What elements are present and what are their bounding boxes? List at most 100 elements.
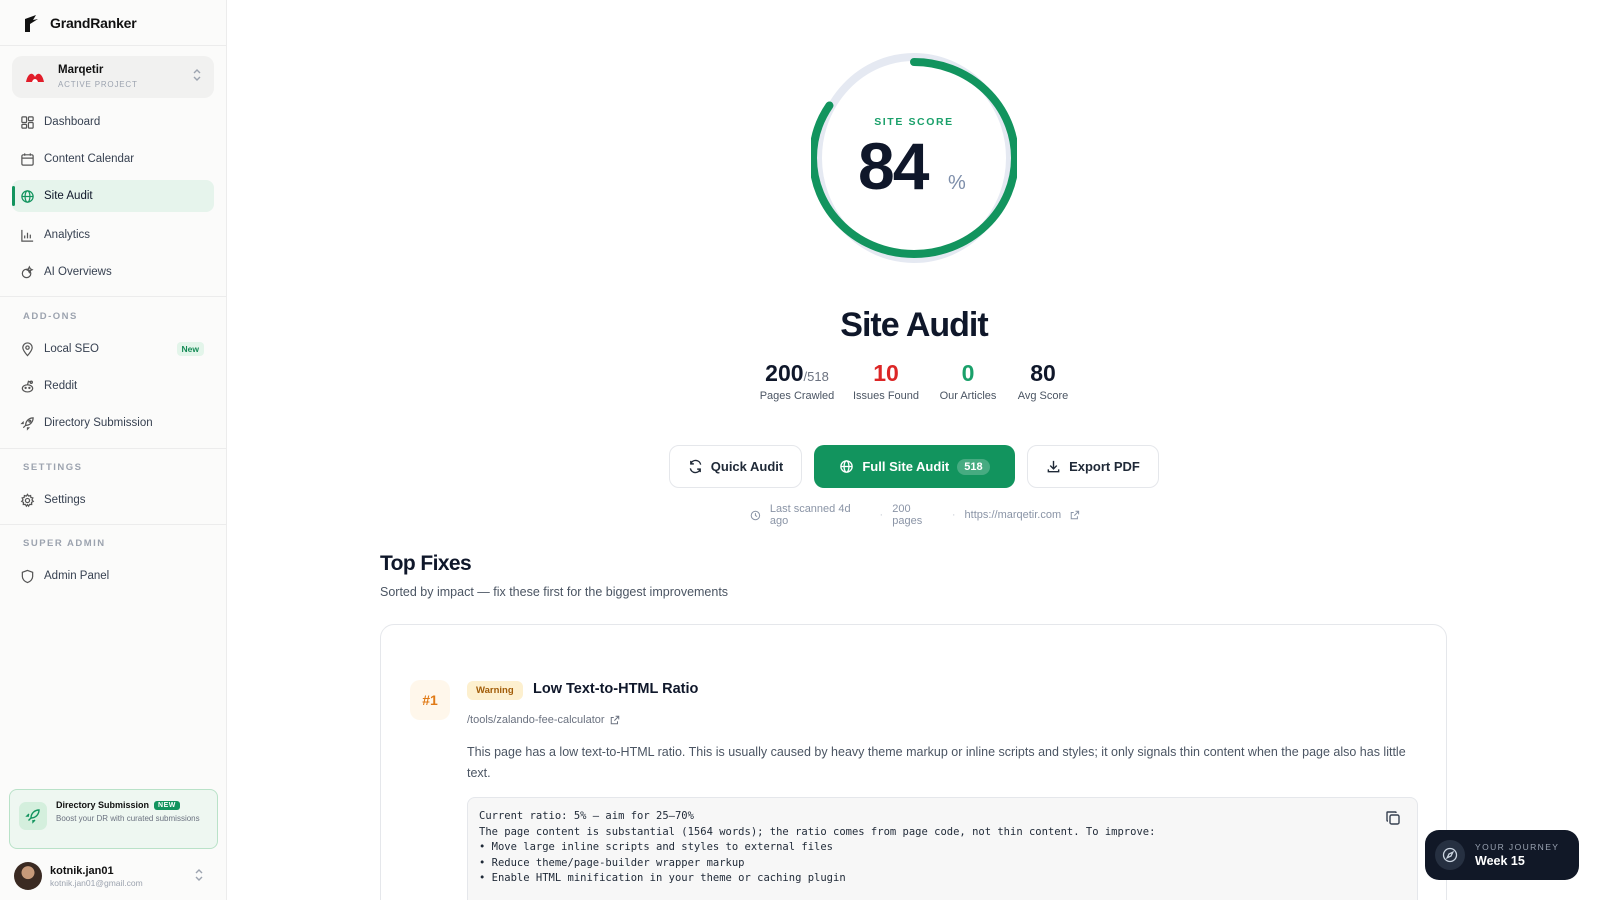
sidebar-item-dashboard[interactable]: Dashboard bbox=[12, 106, 214, 138]
fix-title: Low Text-to-HTML Ratio bbox=[533, 681, 699, 697]
last-scanned: Last scanned 4d ago bbox=[769, 503, 851, 527]
user-menu[interactable]: kotnik.jan01 kotnik.jan01@gmail.com bbox=[14, 860, 214, 892]
refresh-icon bbox=[689, 459, 702, 474]
scan-meta: Last scanned 4d ago · 200 pages · https:… bbox=[750, 503, 1080, 527]
stat-label: Avg Score bbox=[1017, 390, 1069, 402]
brand[interactable]: GrandRanker bbox=[0, 0, 226, 46]
sidebar-item-label: Content Calendar bbox=[44, 153, 135, 165]
sidebar-item-label: Dashboard bbox=[44, 116, 101, 128]
brand-name: GrandRanker bbox=[50, 14, 137, 31]
journey-label: YOUR JOURNEY bbox=[1475, 842, 1560, 852]
code-line: The page content is substantial (1564 wo… bbox=[479, 825, 1156, 838]
journey-week: Week 15 bbox=[1475, 854, 1525, 868]
layout-grid-icon bbox=[21, 115, 34, 129]
rocket-icon bbox=[19, 802, 47, 830]
stat-value: 200/518 bbox=[757, 360, 837, 387]
sidebar-item-analytics[interactable]: Analytics bbox=[12, 219, 214, 251]
page-title: Site Audit bbox=[840, 306, 988, 344]
separator-dot: · bbox=[951, 509, 956, 521]
fix-description: This page has a low text-to-HTML ratio. … bbox=[467, 745, 1406, 781]
stat-value: 0 bbox=[961, 360, 975, 386]
stat-suffix: /518 bbox=[803, 369, 829, 384]
stat-label: Issues Found bbox=[852, 390, 920, 402]
project-switcher[interactable]: Marqetir ACTIVE PROJECT bbox=[12, 56, 214, 98]
full-site-audit-button[interactable]: Full Site Audit 518 bbox=[814, 445, 1015, 488]
copy-icon[interactable] bbox=[1385, 810, 1401, 826]
external-link-icon[interactable] bbox=[610, 715, 620, 725]
fix-code-block: Current ratio: 5% — aim for 25–70% The pa… bbox=[467, 797, 1418, 900]
fix-url-link[interactable]: /tools/zalando-fee-calculator bbox=[467, 714, 620, 726]
shield-icon bbox=[21, 569, 34, 583]
project-status: ACTIVE PROJECT bbox=[58, 80, 138, 90]
promo-description: Boost your DR with curated submissions bbox=[56, 814, 200, 823]
sidebar-item-admin-panel[interactable]: Admin Panel bbox=[12, 560, 214, 592]
export-pdf-button[interactable]: Export PDF bbox=[1027, 445, 1159, 488]
user-email: kotnik.jan01@gmail.com bbox=[50, 877, 143, 888]
new-badge: New bbox=[176, 342, 204, 356]
stat-label: Pages Crawled bbox=[759, 390, 835, 402]
sidebar-item-label: AI Overviews bbox=[44, 266, 112, 278]
stat-issues-found: 10 Issues Found bbox=[850, 360, 922, 402]
project-name: Marqetir bbox=[58, 64, 104, 77]
sidebar-item-label: Local SEO bbox=[44, 343, 99, 355]
gear-icon bbox=[20, 492, 35, 507]
external-link-icon[interactable] bbox=[1070, 510, 1080, 520]
reddit-icon bbox=[21, 380, 34, 393]
settings-section-label: SETTINGS bbox=[23, 462, 83, 473]
addons-section-label: ADD-ONS bbox=[23, 311, 78, 322]
fix-url[interactable]: /tools/zalando-fee-calculator bbox=[467, 714, 605, 726]
stat-label: Our Articles bbox=[939, 390, 997, 402]
grandranker-logo-icon bbox=[25, 14, 38, 32]
site-url-link[interactable]: https://marqetir.com bbox=[965, 509, 1062, 521]
sidebar-item-settings[interactable]: Settings bbox=[12, 484, 214, 516]
sidebar-item-reddit[interactable]: Reddit bbox=[12, 370, 214, 402]
site-score-label: SITE SCORE bbox=[874, 116, 954, 128]
sidebar: GrandRanker Marqetir ACTIVE PROJECT Dash… bbox=[0, 0, 227, 900]
full-site-audit-count: 518 bbox=[957, 458, 990, 475]
sidebar-item-label: Directory Submission bbox=[44, 417, 153, 429]
sidebar-item-label: Analytics bbox=[44, 229, 91, 241]
user-name: kotnik.jan01 bbox=[50, 864, 114, 877]
download-icon bbox=[1047, 460, 1060, 473]
clock-icon bbox=[750, 510, 761, 520]
page-count: 200 pages bbox=[892, 503, 923, 527]
globe-icon bbox=[21, 189, 34, 203]
sidebar-item-ai-overviews[interactable]: AI Overviews bbox=[12, 256, 214, 288]
stat-value: 10 bbox=[873, 360, 899, 386]
journey-widget[interactable]: YOUR JOURNEY Week 15 bbox=[1425, 830, 1579, 880]
severity-badge: Warning bbox=[467, 681, 523, 700]
top-fixes-title: Top Fixes bbox=[380, 552, 472, 575]
chevron-up-down-icon bbox=[193, 69, 201, 81]
export-pdf-label: Export PDF bbox=[1069, 459, 1140, 474]
compass-icon bbox=[1435, 840, 1465, 870]
promo-title: Directory Submission bbox=[56, 800, 150, 810]
quick-audit-button[interactable]: Quick Audit bbox=[669, 445, 802, 488]
stat-value: 80 bbox=[1030, 360, 1056, 386]
promo-new-badge: NEW bbox=[154, 800, 180, 810]
sidebar-item-directory-submission[interactable]: Directory Submission bbox=[12, 407, 214, 439]
avatar bbox=[14, 862, 42, 890]
sidebar-item-content-calendar[interactable]: Content Calendar bbox=[12, 143, 214, 175]
directory-submission-promo[interactable]: Directory Submission NEW Boost your DR w… bbox=[9, 789, 218, 849]
code-line: • Reduce theme/page-builder wrapper mark… bbox=[479, 856, 745, 869]
top-fixes-subtitle: Sorted by impact — fix these first for t… bbox=[380, 585, 729, 599]
code-line: • Enable HTML minification in your theme… bbox=[479, 872, 846, 884]
sidebar-item-local-seo[interactable]: Local SEO New bbox=[12, 333, 214, 365]
sidebar-divider bbox=[0, 296, 226, 297]
separator-dot: · bbox=[879, 509, 884, 521]
sidebar-item-site-audit[interactable]: Site Audit bbox=[12, 180, 214, 212]
full-site-audit-label: Full Site Audit bbox=[862, 459, 950, 474]
bar-chart-icon bbox=[21, 229, 34, 242]
stat-our-articles: 0 Our Articles bbox=[935, 360, 1001, 402]
chevron-up-down-icon bbox=[195, 869, 203, 881]
project-logo bbox=[24, 66, 46, 88]
site-score-value: 84 bbox=[858, 129, 929, 203]
sidebar-item-label: Settings bbox=[44, 494, 86, 506]
stat-number: 200 bbox=[765, 360, 804, 386]
ai-overviews-icon bbox=[21, 265, 34, 278]
code-line: Current ratio: 5% — aim for 25–70% bbox=[479, 810, 694, 822]
stat-pages-crawled: 200/518 Pages Crawled bbox=[757, 360, 837, 402]
sidebar-divider bbox=[0, 524, 226, 525]
superadmin-section-label: SUPER ADMIN bbox=[23, 538, 106, 549]
rocket-icon bbox=[20, 416, 34, 431]
